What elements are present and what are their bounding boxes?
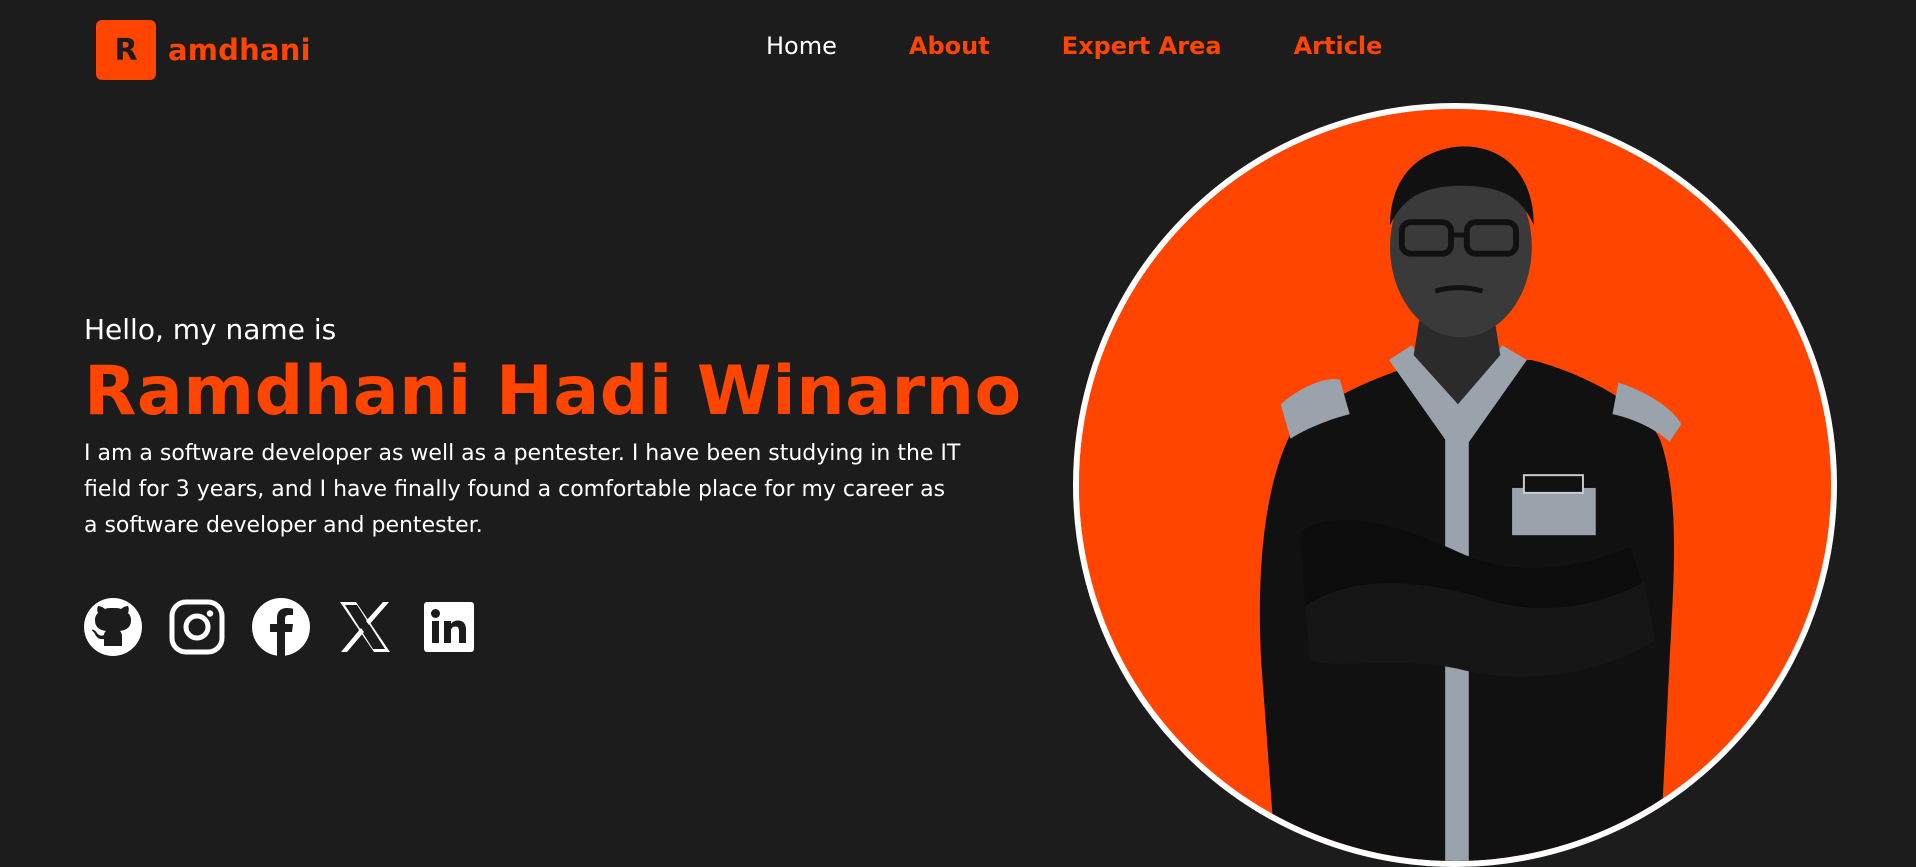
nav-article[interactable]: Article bbox=[1294, 32, 1383, 60]
bio-line: I am a software developer as well as a p… bbox=[84, 441, 961, 466]
logo-badge: R bbox=[96, 20, 156, 80]
logo-text: amdhani bbox=[168, 33, 311, 67]
hero-name: Ramdhani Hadi Winarno bbox=[84, 352, 1022, 431]
bio-line: field for 3 years, and I have finally fo… bbox=[84, 477, 946, 502]
hero-bio: I am a software developer as well as a p… bbox=[84, 436, 1044, 544]
nav-about[interactable]: About bbox=[909, 32, 990, 60]
instagram-link[interactable] bbox=[168, 598, 226, 656]
logo[interactable]: R amdhani bbox=[96, 20, 311, 80]
x-icon bbox=[340, 602, 390, 652]
nav-home[interactable]: Home bbox=[766, 32, 837, 60]
facebook-link[interactable] bbox=[252, 598, 310, 656]
x-link[interactable] bbox=[336, 598, 394, 656]
bio-line: a software developer and pentester. bbox=[84, 513, 483, 538]
nav-expert-area[interactable]: Expert Area bbox=[1062, 32, 1222, 60]
profile-photo-illustration bbox=[1079, 109, 1831, 861]
github-icon bbox=[84, 598, 142, 656]
social-links bbox=[84, 598, 478, 656]
linkedin-link[interactable] bbox=[420, 598, 478, 656]
main-nav: Home About Expert Area Article bbox=[766, 32, 1382, 60]
facebook-icon bbox=[252, 598, 310, 656]
hero-greeting: Hello, my name is bbox=[84, 313, 337, 346]
linkedin-icon bbox=[424, 602, 474, 652]
github-link[interactable] bbox=[84, 598, 142, 656]
profile-photo bbox=[1073, 103, 1837, 867]
instagram-icon bbox=[169, 599, 225, 655]
